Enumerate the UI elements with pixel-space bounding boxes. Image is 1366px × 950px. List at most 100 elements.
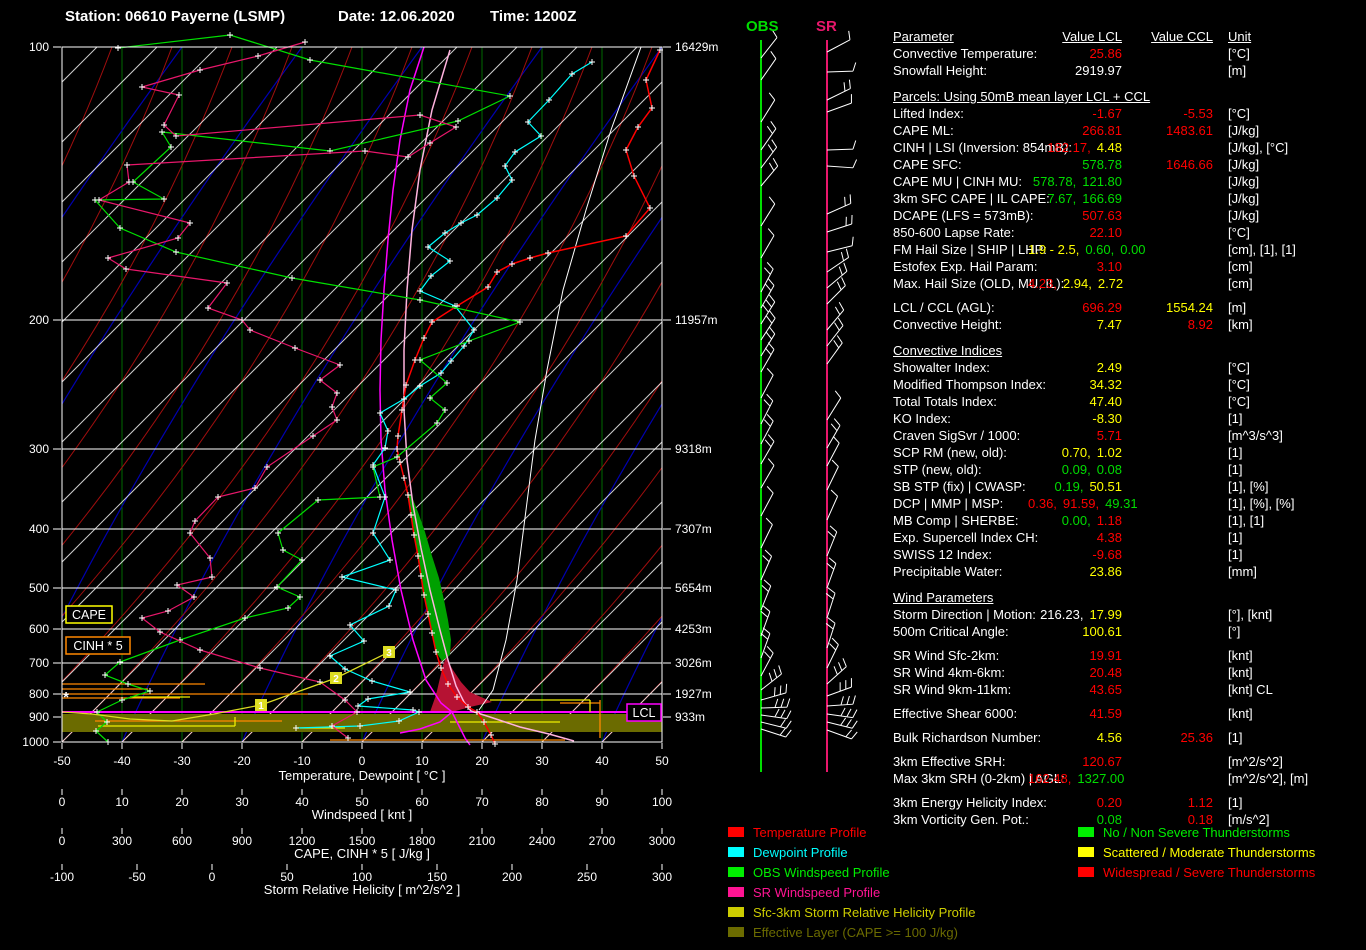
value-ccl <box>1122 546 1213 563</box>
svg-text:1: 1 <box>258 701 264 712</box>
table-row: DCAPE (LFS = 573mB): 507.63 [J/kg] <box>893 207 1366 224</box>
svg-text:40: 40 <box>295 795 309 809</box>
value-lcl: 696.29 <box>1082 300 1122 315</box>
value-lcl: 0.09, 0.08 <box>1061 462 1122 477</box>
param-label: SWISS 12 Index: <box>893 547 992 562</box>
x-axis-title: Storm Relative Helicity [ m^2/s^2 ] <box>264 882 460 897</box>
table-row: CAPE MU | CINH MU: 578.78, 121.80 [J/kg] <box>893 173 1366 190</box>
svg-text:-40: -40 <box>113 754 131 768</box>
value-lcl: Value LCL <box>1062 29 1122 44</box>
svg-text:0: 0 <box>359 754 366 768</box>
table-section-header: Wind Parameters <box>893 590 994 605</box>
value-lcl: 25.86 <box>1089 46 1122 61</box>
svg-text:16429m: 16429m <box>675 40 718 54</box>
table-row: Storm Direction | Motion: 216.23, 17.99 [°]… <box>893 606 1366 623</box>
svg-text:LCL: LCL <box>633 706 656 720</box>
legend-item-profile: SR Windspeed Profile <box>728 882 976 902</box>
table-row: CAPE SFC: 578.78 1646.66 [J/kg] <box>893 156 1366 173</box>
value-ccl <box>1122 512 1213 529</box>
svg-text:-50: -50 <box>128 870 146 884</box>
cinh-label-box: CINH * 5 <box>65 636 131 655</box>
unit-label: [°C] <box>1228 377 1250 392</box>
table-row: Precipitable Water: 23.86 [mm] <box>893 563 1366 580</box>
svg-text:20: 20 <box>175 795 189 809</box>
srh-km-marker: 2 <box>330 672 342 685</box>
unit-label: [1] <box>1228 445 1243 460</box>
x-axis: 0 10 20 30 40 50 60 70 80 90 100Windspeed [ knt ] <box>59 789 672 822</box>
svg-text:933m: 933m <box>675 710 705 724</box>
value-lcl: 4.38 <box>1096 530 1122 545</box>
legend-label: SR Windspeed Profile <box>753 884 881 900</box>
legend-swatch <box>1078 847 1094 857</box>
unit-label: [J/kg], [°C] <box>1228 140 1289 155</box>
svg-text:60: 60 <box>415 795 429 809</box>
value-ccl <box>1122 606 1213 623</box>
svg-text:CAPE: CAPE <box>72 608 106 622</box>
value-ccl <box>1122 173 1213 190</box>
unit-label: [°] <box>1228 624 1241 639</box>
value-lcl: 4.23, 2.94, 2.72 <box>1028 276 1124 291</box>
table-row: STP (new, old): 0.09, 0.08 [1] <box>893 461 1366 478</box>
table-row: MB Comp | SHERBE: 0.00, 1.18 [1], [1] <box>893 512 1366 529</box>
unit-label: [knt] CL <box>1228 682 1273 697</box>
param-label: CINH | LSI (Inversion: 854mB): <box>893 140 1072 155</box>
table-row: Lifted Index: -1.67 -5.53 [°C] <box>893 105 1366 122</box>
svg-text:-50: -50 <box>53 754 71 768</box>
svg-text:5654m: 5654m <box>675 581 712 595</box>
svg-text:1927m: 1927m <box>675 687 712 701</box>
x-axis: -100 -50 0 50 100 150 200 250 300Storm Relative … <box>50 864 672 897</box>
value-ccl <box>1122 444 1213 461</box>
table-row: 3km Effective SRH: 120.67 [m^2/s^2] <box>893 753 1366 770</box>
table-row: Max. Hail Size (OLD, MU, IL): 4.23, 2.94, 2… <box>893 275 1366 292</box>
legend-item-profile: Temperature Profile <box>728 822 976 842</box>
svg-text:10: 10 <box>115 795 129 809</box>
legend-label: Dewpoint Profile <box>753 844 848 860</box>
legend-label: Scattered / Moderate Thunderstorms <box>1103 844 1316 860</box>
svg-text:30: 30 <box>235 795 249 809</box>
unit-label: [J/kg] <box>1228 208 1260 223</box>
sounding-analysis-app: Station: 06610 Payerne (LSMP) Date: 12.0… <box>0 0 1366 950</box>
value-ccl <box>1122 563 1213 580</box>
unit-label: [°C] <box>1228 225 1250 240</box>
param-label: CAPE MU | CINH MU: <box>893 174 1023 189</box>
value-ccl <box>1122 62 1213 79</box>
param-label: DCAPE (LFS = 573mB): <box>893 208 1034 223</box>
svg-text:7307m: 7307m <box>675 522 712 536</box>
value-ccl: 25.36 <box>1180 730 1213 745</box>
unit-label: [°C] <box>1228 46 1250 61</box>
svg-text:100: 100 <box>29 40 49 54</box>
x-axis-title: Windspeed [ knt ] <box>312 807 412 822</box>
value-lcl: 162.48, 1327.00 <box>1028 771 1125 786</box>
lcl-label-box: LCL <box>626 703 662 722</box>
unit-label: [°C] <box>1228 106 1250 121</box>
unit-label: [knt] <box>1228 706 1253 721</box>
param-label: Convective Temperature: <box>893 46 1038 61</box>
legend-label: Widespread / Severe Thunderstorms <box>1103 864 1316 880</box>
svg-text:70: 70 <box>475 795 489 809</box>
svg-text:9318m: 9318m <box>675 442 712 456</box>
unit-label: [m^2/s^2] <box>1228 754 1283 769</box>
value-lcl: 5.71 <box>1096 428 1122 443</box>
param-label: Effective Shear 6000: <box>893 706 1018 721</box>
cape-label-box: CAPE <box>65 605 113 624</box>
param-label: SB STP (fix) | CWASP: <box>893 479 1026 494</box>
svg-text:3026m: 3026m <box>675 656 712 670</box>
table-row: Showalter Index: 2.49 [°C] <box>893 359 1366 376</box>
param-label: 3km Effective SRH: <box>893 754 1006 769</box>
unit-label: [m] <box>1228 300 1247 315</box>
unit-label: [1] <box>1228 530 1243 545</box>
value-lcl: 34.32 <box>1089 377 1122 392</box>
sr-wind-barbs <box>825 30 858 772</box>
svg-text:-30: -30 <box>173 754 191 768</box>
effective-layer-band <box>62 714 662 732</box>
x-axis: 0 300 600 900 1200 1500 1800 2100 2400 2700 3000CA… <box>59 828 676 861</box>
legend-item-profile: Sfc-3km Storm Relative Helicity Profile <box>728 902 976 922</box>
legend-swatch <box>728 867 744 877</box>
value-lcl: 2.49 <box>1096 360 1122 375</box>
svg-text:80: 80 <box>535 795 549 809</box>
value-lcl: 216.23, 17.99 <box>1040 607 1122 622</box>
table-row: Total Totals Index: 47.40 [°C] <box>893 393 1366 410</box>
legend-item-severity: Widespread / Severe Thunderstorms <box>1078 862 1315 882</box>
x-axis: -50 -40 -30 -20 -10 0 10 20 30 40 50 Temperature, D… <box>53 743 669 783</box>
param-label: 850-600 Lapse Rate: <box>893 225 1015 240</box>
